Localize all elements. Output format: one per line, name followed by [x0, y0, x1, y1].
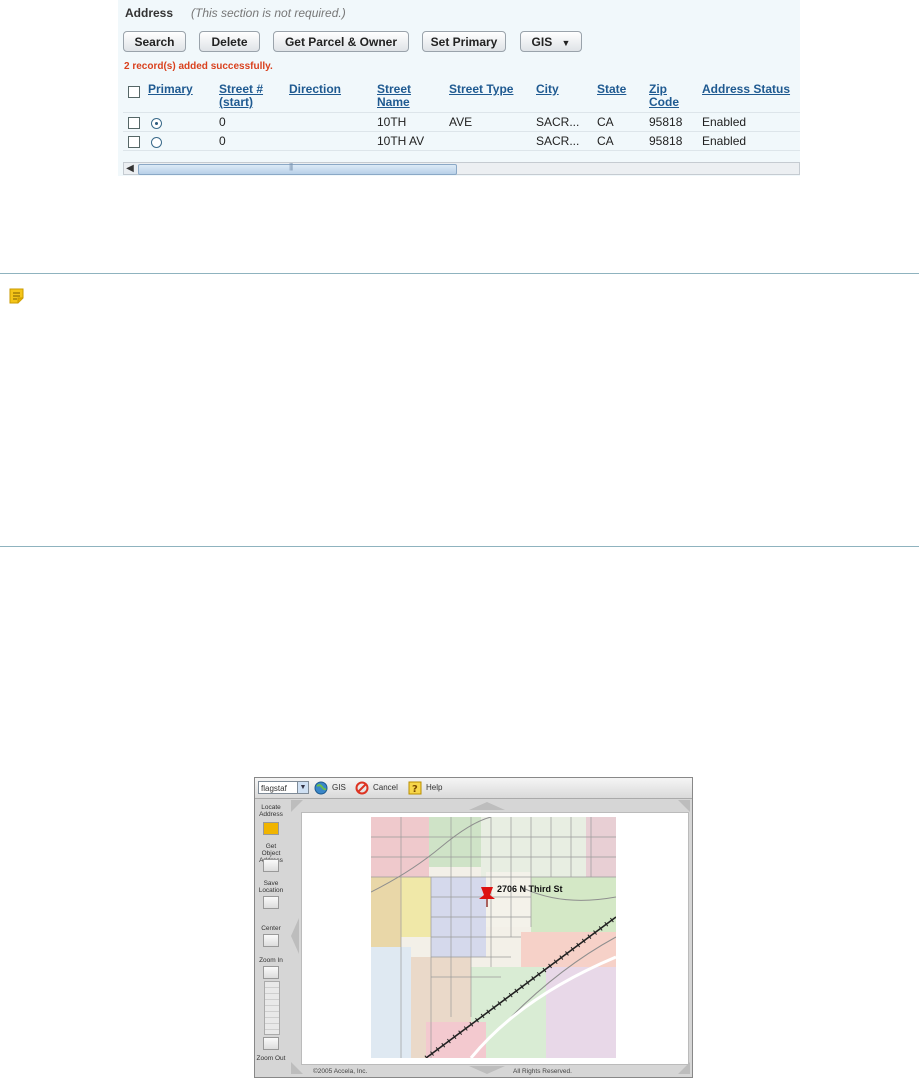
- col-street-name-line1: Street: [377, 82, 412, 96]
- pan-west-icon[interactable]: [291, 918, 299, 954]
- map-side-toolbar: Locate Address Get Object Address Save L…: [256, 800, 286, 1074]
- col-city[interactable]: City: [536, 83, 559, 96]
- table-row[interactable]: 0 10TH AV SACR... CA 95818 Enabled: [123, 132, 800, 150]
- divider-line: [0, 273, 919, 274]
- layer-select-value: flagstaf: [261, 784, 287, 793]
- street-map-image: 2706 N Third St: [371, 817, 616, 1058]
- pushpin-icon[interactable]: [263, 822, 279, 835]
- primary-radio[interactable]: [151, 137, 162, 148]
- pin-address-label: 2706 N Third St: [497, 884, 563, 894]
- save-label-2: Location: [258, 887, 284, 894]
- delete-button[interactable]: Delete: [199, 31, 260, 52]
- getobj-label-1: Get Object: [261, 843, 281, 857]
- pan-northwest-icon[interactable]: [291, 800, 303, 812]
- zoom-in-label: Zoom In: [259, 957, 283, 964]
- col-street-number-line1: Street #: [219, 82, 264, 96]
- horizontal-scrollbar[interactable]: ◀: [123, 162, 800, 175]
- col-street-type[interactable]: Street Type: [449, 83, 513, 96]
- row-checkbox[interactable]: [128, 136, 140, 148]
- cell-state: CA: [597, 134, 614, 148]
- col-street-name[interactable]: Street Name: [377, 83, 411, 109]
- cancel-label: Cancel: [373, 783, 398, 792]
- success-message: 2 record(s) added successfully.: [124, 61, 273, 72]
- address-section: Address (This section is not required.) …: [118, 0, 800, 176]
- locate-address-tool[interactable]: Locate Address: [256, 804, 286, 818]
- rights-text: All Rights Reserved.: [513, 1068, 572, 1075]
- cell-street-number: 0: [219, 134, 226, 148]
- section-note: (This section is not required.): [191, 6, 346, 20]
- cell-status: Enabled: [702, 115, 747, 129]
- note-icon: [9, 288, 24, 304]
- scroll-left-icon[interactable]: ◀: [124, 163, 136, 174]
- col-primary[interactable]: Primary: [148, 83, 193, 96]
- save-arrow-icon[interactable]: [263, 896, 279, 909]
- cursor-icon[interactable]: [263, 859, 279, 872]
- help-label: Help: [426, 783, 443, 792]
- layer-select[interactable]: flagstaf ▼: [258, 781, 309, 794]
- help-button[interactable]: ? Help: [408, 780, 442, 796]
- divider-line: [0, 546, 919, 547]
- gis-label: GIS: [531, 35, 553, 49]
- help-icon: ?: [408, 781, 422, 795]
- pan-north-icon[interactable]: [469, 802, 505, 810]
- col-street-name-line2: Name: [377, 95, 410, 109]
- col-street-number-line2: (start): [219, 95, 254, 109]
- col-street-number[interactable]: Street # (start): [219, 83, 263, 109]
- col-state[interactable]: State: [597, 83, 626, 96]
- cancel-button[interactable]: Cancel: [355, 780, 398, 796]
- chevron-down-icon: ▼: [297, 782, 308, 793]
- cell-city: SACR...: [536, 134, 580, 148]
- dropdown-arrow-icon: ▼: [561, 38, 571, 48]
- center-tool[interactable]: Center: [256, 925, 286, 932]
- gis-map-viewer: flagstaf ▼ GIS Cancel ? Help Locate Addr…: [254, 777, 693, 1078]
- select-all-checkbox[interactable]: [128, 86, 140, 98]
- col-direction[interactable]: Direction: [289, 83, 341, 96]
- col-zip-code[interactable]: Zip Code: [649, 83, 679, 109]
- save-location-tool[interactable]: Save Location: [256, 880, 286, 894]
- save-label-1: Save: [263, 880, 279, 887]
- section-title: Address: [125, 6, 174, 20]
- cancel-icon: [355, 781, 369, 795]
- col-zip-line2: Code: [649, 95, 679, 109]
- get-parcel-owner-button[interactable]: Get Parcel & Owner: [273, 31, 409, 52]
- gis-tool-label: GIS: [332, 783, 346, 792]
- cell-zip: 95818: [649, 134, 683, 148]
- gis-tool-button[interactable]: GIS: [314, 780, 346, 796]
- row-checkbox[interactable]: [128, 117, 140, 129]
- primary-radio[interactable]: [151, 118, 162, 129]
- locate-label-1: Locate: [261, 804, 281, 811]
- globe-icon: [314, 781, 328, 795]
- col-zip-line1: Zip: [649, 82, 667, 96]
- copyright-text: ©2005 Accela, Inc.: [313, 1068, 368, 1075]
- cell-city: SACR...: [536, 115, 580, 129]
- row-divider: [123, 150, 800, 151]
- zoom-slider[interactable]: [264, 981, 280, 1035]
- svg-text:?: ?: [412, 784, 418, 795]
- set-primary-button[interactable]: Set Primary: [422, 31, 506, 52]
- pan-northeast-icon[interactable]: [678, 800, 690, 812]
- zoom-in-icon[interactable]: [263, 966, 279, 979]
- zoom-out-label: Zoom Out: [256, 1055, 286, 1062]
- gis-dropdown-button[interactable]: GIS ▼: [520, 31, 582, 52]
- cell-street-type: AVE: [449, 115, 473, 129]
- col-address-status[interactable]: Address Status: [702, 83, 790, 96]
- zoom-out-icon[interactable]: [263, 1037, 279, 1050]
- cell-state: CA: [597, 115, 614, 129]
- table-row[interactable]: 0 10TH AVE SACR... CA 95818 Enabled: [123, 113, 800, 131]
- map-toolbar: flagstaf ▼ GIS Cancel ? Help: [255, 778, 692, 799]
- cell-zip: 95818: [649, 115, 683, 129]
- locate-label-2: Address: [259, 811, 283, 818]
- cell-street-number: 0: [219, 115, 226, 129]
- cell-status: Enabled: [702, 134, 747, 148]
- pan-south-icon[interactable]: [469, 1066, 505, 1074]
- map-canvas[interactable]: 2706 N Third St: [301, 812, 689, 1065]
- hand-icon[interactable]: [263, 934, 279, 947]
- cell-street-name: 10TH AV: [377, 134, 425, 148]
- scroll-thumb[interactable]: [138, 162, 457, 175]
- search-button[interactable]: Search: [123, 31, 186, 52]
- cell-street-name: 10TH: [377, 115, 407, 129]
